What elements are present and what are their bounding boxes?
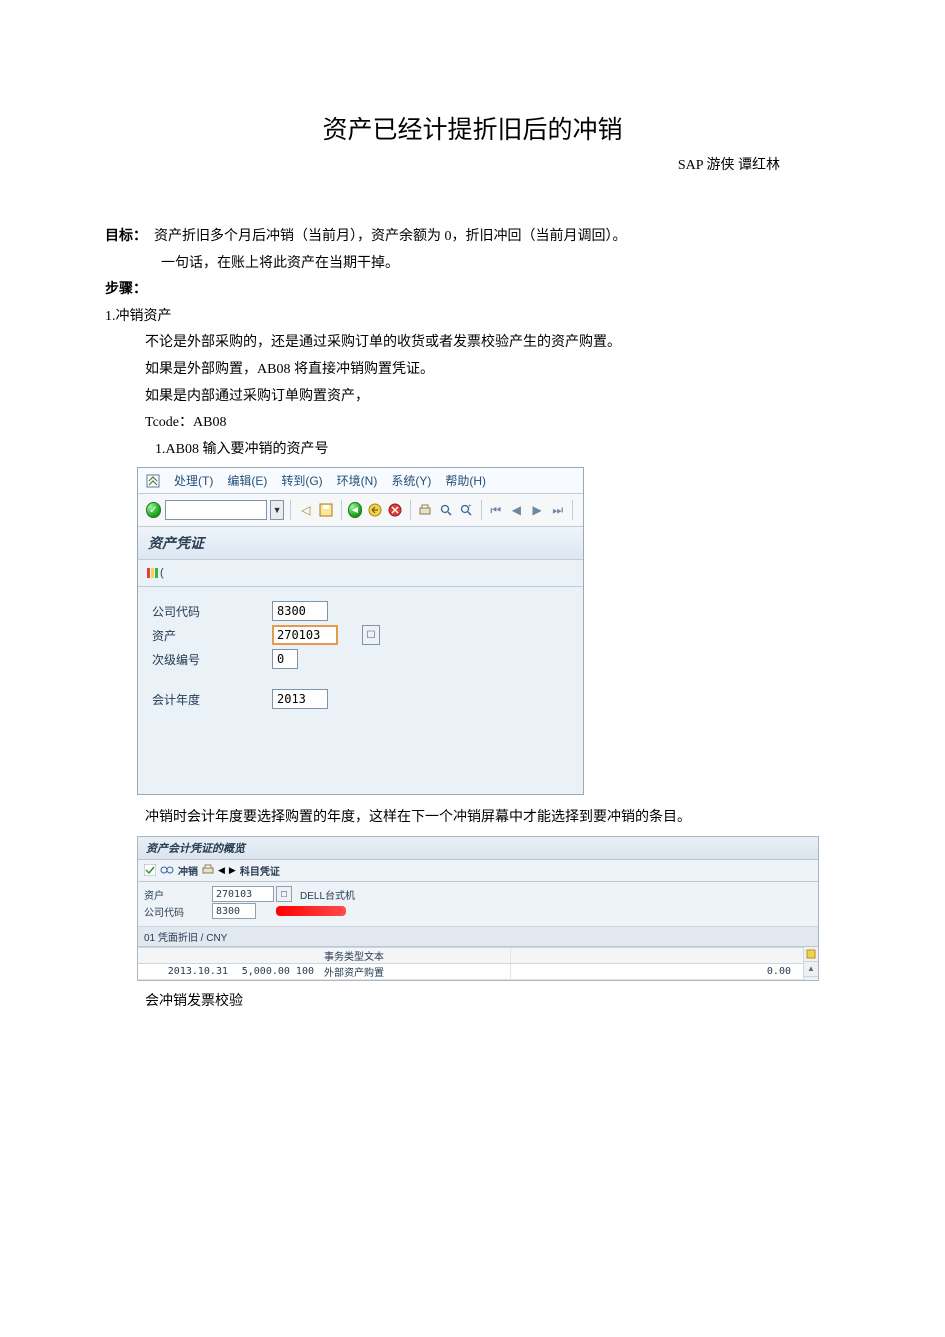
panel-title: 资产凭证 xyxy=(138,527,583,560)
command-field[interactable] xyxy=(165,500,267,520)
company-code-field[interactable]: 8300 xyxy=(272,601,328,621)
step1-p1: 不论是外部采购的，还是通过采购订单的收货或者发票校验产生的资产购置。 xyxy=(105,330,840,357)
overview-title: 资产会计凭证的概览 xyxy=(138,837,818,860)
doc-author: SAP 游侠 谭红林 xyxy=(105,154,840,174)
ov-itemdoc-button[interactable]: 科目凭证 xyxy=(240,863,280,878)
ov-check-icon[interactable] xyxy=(144,864,156,876)
goal-label: 目标： xyxy=(105,229,147,244)
prev-page-icon[interactable]: ◀ xyxy=(509,502,524,518)
goal-text-1: 资产折旧多个月后冲销（当前月），资产余额为 0，折旧冲回（当前月调回）。 xyxy=(154,229,627,244)
overview-header: 资户 270103 ☐ DELL台式机 公司代码 8300 xyxy=(138,882,818,927)
sub-toolbar: ( xyxy=(138,560,583,587)
first-page-icon[interactable]: ⏮ xyxy=(488,502,503,518)
next-page-icon[interactable]: ▶ xyxy=(530,502,545,518)
ov-asset-label: 资户 xyxy=(144,887,212,902)
list-item-icon[interactable] xyxy=(146,566,160,580)
ov-asset-field[interactable]: 270103 xyxy=(212,886,274,902)
step1-label: 1.冲销资产 xyxy=(105,304,840,331)
final-line: 会冲销发票校验 xyxy=(105,989,840,1016)
asset-field[interactable]: 270103 xyxy=(272,625,338,645)
nav-back-icon[interactable]: ◄ xyxy=(348,502,363,518)
ov-company-field[interactable]: 8300 xyxy=(212,903,256,919)
sap-form-panel: 处理(T) 编辑(E) 转到(G) 环境(N) 系统(Y) 帮助(H) ✓ ▼ … xyxy=(137,467,584,795)
last-page-icon[interactable]: ⏭ xyxy=(550,502,565,518)
substep1-title: 1.AB08 输入要冲销的资产号 xyxy=(105,437,840,464)
nav-cancel-icon[interactable] xyxy=(388,502,403,518)
overview-toolbar: 冲销 ◀ ▶ 科目凭证 xyxy=(138,860,818,882)
menu-process[interactable]: 处理(T) xyxy=(174,472,213,489)
back-icon[interactable]: ◁ xyxy=(298,502,313,518)
ov-asset-desc: DELL台式机 xyxy=(300,887,355,902)
goal-text-2: 一句话，在账上将此资产在当期干掉。 xyxy=(105,251,840,278)
sap-menu-icon[interactable] xyxy=(146,474,160,488)
menu-bar: 处理(T) 编辑(E) 转到(G) 环境(N) 系统(Y) 帮助(H) xyxy=(138,468,583,494)
ov-next-icon[interactable]: ▶ xyxy=(229,865,236,876)
asset-label: 资产 xyxy=(152,627,272,644)
ov-glasses-icon[interactable] xyxy=(160,865,174,875)
steps-label: 步骤： xyxy=(105,277,840,304)
overview-tab[interactable]: 01 凭面折旧 / CNY xyxy=(138,927,818,947)
grid-cell-val2: 0.00 xyxy=(691,966,799,977)
fiscal-year-field[interactable]: 2013 xyxy=(272,689,328,709)
overview-grid: 事务类型文本 2013.10.31 5,000.00 100 外部资产购置 0.… xyxy=(138,947,803,980)
sap-overview-panel: 资产会计凭证的概览 冲销 ◀ ▶ 科目凭证 资户 270103 ☐ DELL台式… xyxy=(137,836,819,981)
ov-red-annotation xyxy=(276,906,346,916)
grid-scrollbar[interactable]: ▲ xyxy=(803,947,818,980)
ov-print-icon[interactable] xyxy=(202,864,214,876)
asset-search-help[interactable]: ☐ xyxy=(362,625,380,645)
menu-help[interactable]: 帮助(H) xyxy=(445,472,486,489)
menu-env[interactable]: 环境(N) xyxy=(337,472,378,489)
nav-exit-icon[interactable] xyxy=(367,502,382,518)
ov-prev-icon[interactable]: ◀ xyxy=(218,865,225,876)
find-next-icon[interactable]: + xyxy=(459,502,474,518)
step1-p2: 如果是外部购置，AB08 将直接冲销购置凭证。 xyxy=(105,357,840,384)
menu-edit[interactable]: 编辑(E) xyxy=(227,472,267,489)
scroll-config-icon[interactable] xyxy=(804,947,818,962)
fiscal-year-label: 会计年度 xyxy=(152,691,272,708)
after-form-note: 冲销时会计年度要选择购置的年度，这样在下一个冲销屏幕中才能选择到要冲销的条目。 xyxy=(105,805,840,832)
ov-company-label: 公司代码 xyxy=(144,904,212,919)
form-body: 公司代码 8300 资产 270103 ☐ 次级编号 0 会计年度 2013 xyxy=(138,587,583,794)
grid-header-row: 事务类型文本 xyxy=(138,947,803,964)
doc-title: 资产已经计提折旧后的冲销 xyxy=(105,110,840,146)
tcode-line: Tcode：AB08 xyxy=(105,410,840,437)
find-icon[interactable] xyxy=(438,502,453,518)
ov-asset-search-help[interactable]: ☐ xyxy=(276,886,292,902)
step1-p3: 如果是内部通过采购订单购置资产， xyxy=(105,384,840,411)
svg-text:+: + xyxy=(468,504,472,510)
subnumber-label: 次级编号 xyxy=(152,651,272,668)
save-icon[interactable] xyxy=(319,502,334,518)
command-dropdown[interactable]: ▼ xyxy=(270,500,285,520)
grid-cell-date: 2013.10.31 xyxy=(138,966,234,977)
menu-goto[interactable]: 转到(G) xyxy=(281,472,322,489)
grid-cell-amount: 5,000.00 100 xyxy=(234,966,320,977)
toolbar: ✓ ▼ ◁ ◄ + xyxy=(138,494,583,527)
grid-col-trans-text: 事务类型文本 xyxy=(320,948,510,963)
grid-data-row[interactable]: 2013.10.31 5,000.00 100 外部资产购置 0.00 xyxy=(138,964,803,980)
scroll-up-icon[interactable]: ▲ xyxy=(804,962,818,977)
enter-button[interactable]: ✓ xyxy=(146,502,161,518)
grid-cell-text: 外部资产购置 xyxy=(320,964,510,979)
subnumber-field[interactable]: 0 xyxy=(272,649,298,669)
ov-reverse-button[interactable]: 冲销 xyxy=(178,863,198,878)
company-code-label: 公司代码 xyxy=(152,603,272,620)
menu-system[interactable]: 系统(Y) xyxy=(391,472,431,489)
print-icon[interactable] xyxy=(418,502,433,518)
